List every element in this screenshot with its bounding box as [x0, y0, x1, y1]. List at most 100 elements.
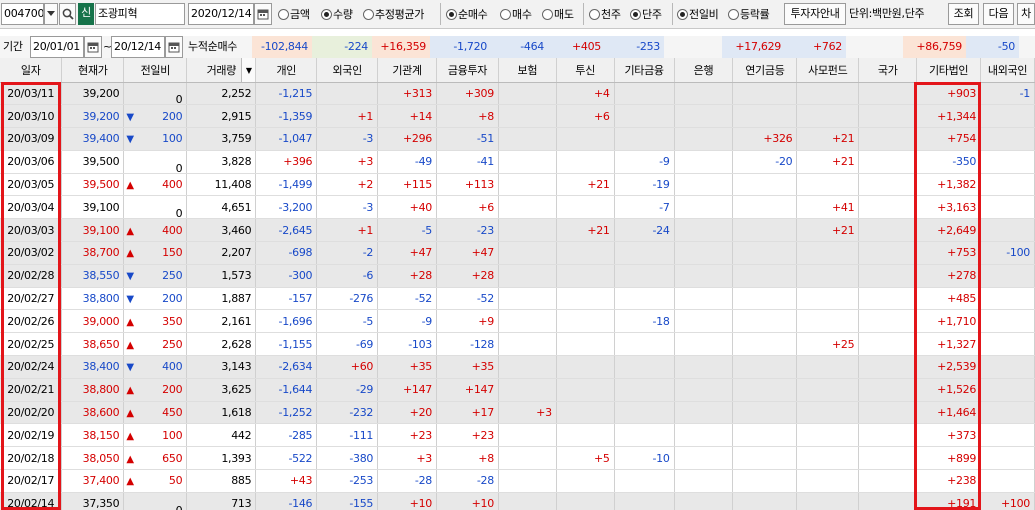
investor-value-cell: [796, 492, 860, 510]
column-header[interactable]: 투신: [556, 58, 615, 83]
table-row[interactable]: 20/03/02 38,700 ▲ 150 2,207 -698 -2 +47 +47 +753-…: [0, 241, 1035, 265]
to-calendar-button[interactable]: [165, 36, 183, 58]
sort-triangle-icon[interactable]: ▼: [241, 58, 255, 81]
investor-value-cell: +3: [316, 150, 379, 174]
column-header[interactable]: 일자: [0, 58, 63, 83]
column-header[interactable]: 기관계: [377, 58, 437, 83]
investor-value-cell: -23: [436, 218, 499, 243]
radio-dot-icon: [677, 8, 688, 20]
radio-unit-2[interactable]: 추정평균가: [363, 3, 424, 25]
investor-value-cell: +28: [436, 264, 499, 288]
column-header[interactable]: 외국인: [316, 58, 379, 83]
table-row[interactable]: 20/02/1437,3500713-146-155+10+10+191+100: [0, 492, 1035, 510]
column-header[interactable]: 금융투자: [436, 58, 499, 83]
date-input[interactable]: 2020/12/14: [188, 3, 254, 25]
table-row[interactable]: 20/03/06 39,500 0 3,828 +396 +3 -49 -41 -9 -20 +21…: [0, 150, 1035, 174]
table-row[interactable]: 20/02/25 38,650 ▲ 250 2,628 -1,155 -69 -103 -128…: [0, 332, 1035, 357]
investor-value-cell: +147: [436, 378, 499, 402]
date-calendar-button[interactable]: [254, 3, 272, 25]
table-row[interactable]: 20/02/19 38,150 ▲ 100 442 -285 -111 +23 +23 +373: [0, 423, 1035, 448]
radio-trade-1[interactable]: 매수: [500, 3, 532, 25]
radio-unit-0[interactable]: 금액: [278, 3, 310, 25]
investor-value-cell: [556, 332, 615, 357]
column-header[interactable]: 전일비: [123, 58, 188, 83]
table-row[interactable]: 20/03/03 39,100 ▲ 400 3,460 -2,645 +1 -5 -23 +21-…: [0, 218, 1035, 243]
change-value: 250: [162, 269, 183, 283]
price-cell: 38,550: [61, 264, 125, 288]
radio-qty-1[interactable]: 단주: [630, 3, 662, 25]
column-header[interactable]: 기타법인: [916, 58, 982, 83]
period-to-input[interactable]: 20/12/14: [111, 36, 165, 58]
period-from-input[interactable]: 20/01/01: [30, 36, 84, 58]
investor-value-cell: [732, 173, 798, 197]
column-header-label: 기관계: [392, 63, 422, 77]
investor-value-cell: [556, 287, 615, 311]
column-header[interactable]: 개인: [255, 58, 318, 83]
table-row[interactable]: 20/02/21 38,800 ▲ 200 3,625 -1,644 -29 +147 +147…: [0, 378, 1035, 402]
column-header[interactable]: 보험: [498, 58, 557, 83]
change-cell: ▲ 200: [123, 378, 188, 402]
radio-compare-1[interactable]: 등락률: [728, 3, 770, 25]
radio-trade-2[interactable]: 매도: [542, 3, 574, 25]
investor-value-cell: +373: [916, 423, 982, 448]
investor-value-cell: [796, 446, 860, 471]
table-row[interactable]: 20/02/28 38,550 ▼ 250 1,573 -300 -6 +28 +28 +278: [0, 264, 1035, 288]
stock-search-button[interactable]: [59, 3, 76, 25]
column-header[interactable]: 연기금등: [732, 58, 798, 83]
investor-value-cell: [674, 446, 734, 471]
change-cell: ▲ 350: [123, 309, 188, 334]
table-row[interactable]: 20/03/10 39,200 ▼ 200 2,915 -1,359 +1 +14 +8 +6 +1…: [0, 104, 1035, 129]
investor-value-cell: -2,645: [255, 218, 318, 243]
next-button[interactable]: 다음: [983, 3, 1014, 25]
radio-qty-0[interactable]: 천주: [589, 3, 621, 25]
table-row[interactable]: 20/03/11 39,200 0 2,252 -1,215 +313 +309 +4 +903…: [0, 82, 1035, 106]
column-header[interactable]: 기타금융: [614, 58, 675, 83]
table-row[interactable]: 20/02/20 38,600 ▲ 450 1,618 -1,252 -232 +20 +17 +…: [0, 401, 1035, 425]
column-header[interactable]: 거래량 ▼: [186, 58, 257, 83]
search-button[interactable]: 조회: [948, 3, 979, 25]
investor-value-cell: [858, 469, 918, 493]
volume-cell: 2,161: [186, 309, 257, 334]
table-row[interactable]: 20/02/24 38,400 ▼ 400 3,143 -2,634 +60 +35 +35 +2…: [0, 355, 1035, 379]
investor-value-cell: -155: [316, 492, 379, 510]
date-cell: 20/03/03: [0, 218, 63, 243]
radio-trade-0[interactable]: 순매수: [446, 3, 488, 25]
investor-value-cell: [858, 446, 918, 471]
radio-compare-0[interactable]: 전일비: [677, 3, 719, 25]
chart-button[interactable]: 차: [1017, 3, 1035, 25]
table-row[interactable]: 20/03/09 39,400 ▼ 100 3,759 -1,047 -3 +296 -51 +3…: [0, 127, 1035, 151]
stock-code-input[interactable]: 004700: [1, 3, 44, 25]
price-cell: 38,050: [61, 446, 125, 471]
table-row[interactable]: 20/02/18 38,050 ▲ 650 1,393 -522 -380 +3 +8 +5 -10…: [0, 446, 1035, 471]
stock-name-field[interactable]: 조광피혁: [95, 3, 185, 25]
from-calendar-button[interactable]: [84, 36, 102, 58]
radio-label: 수량: [333, 8, 353, 21]
investor-value-cell: [796, 423, 860, 448]
cumulative-total-cell: -1,720: [430, 36, 491, 58]
investor-value-cell: -1,047: [255, 127, 318, 151]
column-header[interactable]: 사모펀드: [796, 58, 860, 83]
investor-info-button[interactable]: 투자자안내: [784, 3, 846, 25]
investor-value-cell: [556, 423, 615, 448]
investor-value-cell: [732, 241, 798, 265]
table-row[interactable]: 20/02/27 38,800 ▼ 200 1,887 -157 -276 -52 -52 +48…: [0, 287, 1035, 311]
investor-value-cell: +21: [556, 218, 615, 243]
table-row[interactable]: 20/02/17 37,400 ▲ 50 885 +43 -253 -28 -28 +238: [0, 469, 1035, 493]
investor-value-cell: -1,215: [255, 82, 318, 106]
table-row[interactable]: 20/03/05 39,500 ▲ 400 11,408 -1,499 +2 +115 +113…: [0, 173, 1035, 197]
column-header[interactable]: 현재가: [61, 58, 125, 83]
column-header[interactable]: 은행: [674, 58, 734, 83]
radio-unit-1[interactable]: 수량: [321, 3, 353, 25]
investor-value-cell: +485: [916, 287, 982, 311]
code-dropdown-button[interactable]: [44, 3, 58, 25]
column-header[interactable]: 국가: [858, 58, 918, 83]
column-header[interactable]: 내외국인: [980, 58, 1035, 83]
investor-value-cell: [858, 82, 918, 106]
investor-value-cell: +309: [436, 82, 499, 106]
table-row[interactable]: 20/02/26 39,000 ▲ 350 2,161 -1,696 -5 -9 +9 -18 +1…: [0, 309, 1035, 334]
radio-label: 단주: [642, 8, 662, 21]
table-row[interactable]: 20/03/04 39,100 0 4,651 -3,200 -3 +40 +6 -7 +41 +3…: [0, 195, 1035, 220]
investor-value-cell: [980, 401, 1035, 425]
investor-value-cell: -1,644: [255, 378, 318, 402]
investor-value-cell: -19: [614, 173, 675, 197]
